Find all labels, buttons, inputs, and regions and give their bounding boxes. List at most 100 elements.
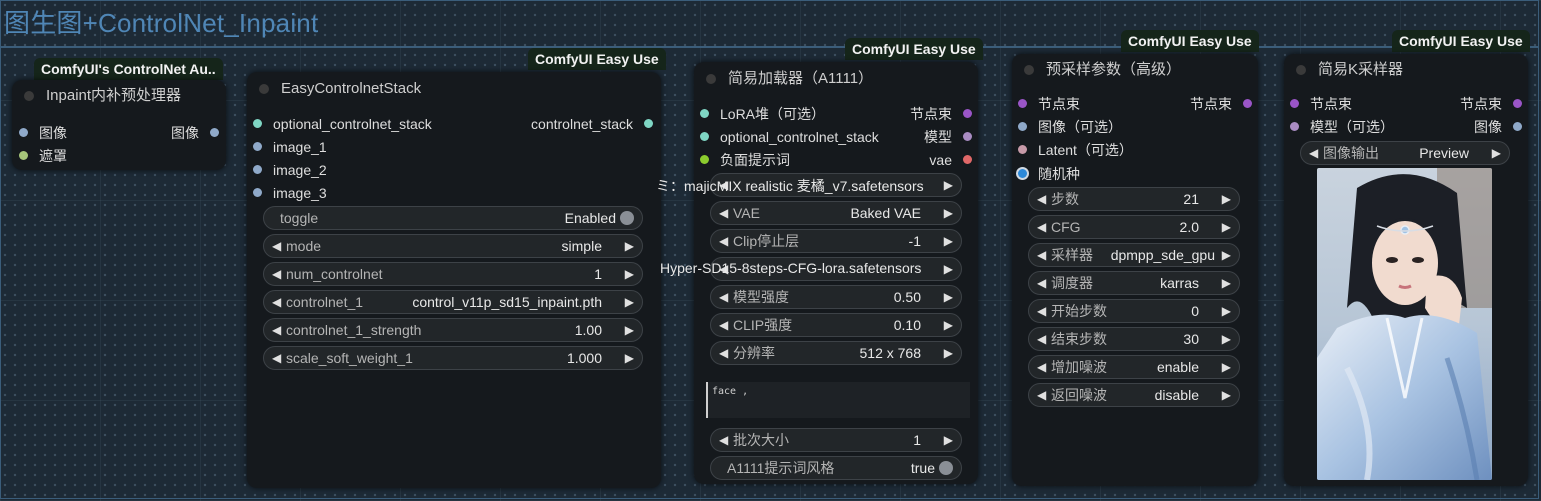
input-image-3[interactable]: image_3 [253, 183, 327, 203]
increment-arrow-icon[interactable]: ▶ [944, 314, 953, 336]
input-model-optional[interactable]: 模型（可选） [1290, 117, 1394, 137]
input-pin-icon[interactable] [253, 165, 262, 174]
input-image-optional[interactable]: 图像（可选） [1018, 117, 1122, 137]
input-pin-icon[interactable] [700, 109, 709, 118]
widget-vae[interactable]: ◀ VAE Baked VAE ▶ [710, 201, 962, 225]
increment-arrow-icon[interactable]: ▶ [1222, 244, 1231, 266]
output-pipe[interactable]: 节点束 [1190, 94, 1252, 114]
increment-arrow-icon[interactable]: ▶ [944, 202, 953, 224]
input-pipe[interactable]: 节点束 [1018, 94, 1080, 114]
input-pin-icon[interactable] [1018, 122, 1027, 131]
input-pin-icon[interactable] [700, 132, 709, 141]
decrement-arrow-icon[interactable]: ◀ [719, 230, 728, 252]
input-pipe[interactable]: 节点束 [1290, 94, 1352, 114]
decrement-arrow-icon[interactable]: ◀ [1037, 216, 1046, 238]
toggle-knob-icon[interactable] [939, 461, 953, 475]
decrement-arrow-icon[interactable]: ◀ [272, 235, 281, 257]
widget-clip-strength[interactable]: ◀ CLIP强度 0.10 ▶ [710, 313, 962, 337]
increment-arrow-icon[interactable]: ▶ [1222, 356, 1231, 378]
increment-arrow-icon[interactable]: ▶ [944, 342, 953, 364]
input-pin-icon[interactable] [253, 188, 262, 197]
input-latent-optional[interactable]: Latent（可选） [1018, 140, 1133, 160]
input-pin-icon[interactable] [253, 142, 262, 151]
widget-model-strength[interactable]: ◀ 模型强度 0.50 ▶ [710, 285, 962, 309]
decrement-arrow-icon[interactable]: ◀ [719, 342, 728, 364]
decrement-arrow-icon[interactable]: ◀ [719, 429, 728, 451]
collapse-dot-icon[interactable] [706, 74, 716, 84]
increment-arrow-icon[interactable]: ▶ [1222, 328, 1231, 350]
decrement-arrow-icon[interactable]: ◀ [1309, 142, 1318, 164]
widget-end-step[interactable]: ◀ 结束步数 30 ▶ [1028, 327, 1240, 351]
decrement-arrow-icon[interactable]: ◀ [272, 263, 281, 285]
widget-controlnet-1[interactable]: ◀ controlnet_1 control_v11p_sd15_inpaint… [263, 290, 643, 314]
widget-add-noise[interactable]: ◀ 增加噪波 enable ▶ [1028, 355, 1240, 379]
widget-a1111-prompt-style[interactable]: A1111提示词风格 true [710, 456, 962, 480]
decrement-arrow-icon[interactable]: ◀ [719, 286, 728, 308]
input-mask[interactable]: 遮罩 [19, 146, 67, 166]
preview-image[interactable] [1317, 168, 1492, 480]
widget-toggle[interactable]: toggle Enabled [263, 206, 643, 230]
increment-arrow-icon[interactable]: ▶ [944, 174, 953, 196]
widget-clip-skip[interactable]: ◀ Clip停止层 -1 ▶ [710, 229, 962, 253]
increment-arrow-icon[interactable]: ▶ [625, 263, 634, 285]
node-title[interactable]: 预采样参数（高级） [1012, 54, 1258, 86]
input-pin-icon[interactable] [253, 119, 262, 128]
node-title[interactable]: 简易加载器（A1111） [694, 62, 978, 96]
increment-arrow-icon[interactable]: ▶ [625, 319, 634, 341]
widget-scale-soft-weight-1[interactable]: ◀ scale_soft_weight_1 1.000 ▶ [263, 346, 643, 370]
node-simple-loader-a1111[interactable]: 简易加载器（A1111） LoRA堆（可选） optional_controln… [656, 62, 978, 484]
increment-arrow-icon[interactable]: ▶ [1222, 188, 1231, 210]
output-pipe[interactable]: 节点束 [1460, 94, 1522, 114]
input-lora-stack[interactable]: LoRA堆（可选） [700, 104, 825, 124]
increment-arrow-icon[interactable]: ▶ [1222, 300, 1231, 322]
decrement-arrow-icon[interactable]: ◀ [1037, 188, 1046, 210]
output-pin-icon[interactable] [963, 132, 972, 141]
output-vae[interactable]: vae [929, 150, 972, 170]
node-title[interactable]: 简易K采样器 [1284, 54, 1528, 86]
decrement-arrow-icon[interactable]: ◀ [1037, 244, 1046, 266]
output-pin-icon[interactable] [963, 155, 972, 164]
increment-arrow-icon[interactable]: ▶ [944, 258, 953, 280]
output-pin-icon[interactable] [210, 128, 219, 137]
increment-arrow-icon[interactable]: ▶ [1492, 142, 1501, 164]
input-pin-icon[interactable] [19, 151, 28, 160]
group-title[interactable]: 图生图+ControlNet_Inpaint [4, 3, 318, 40]
node-inpaint-preprocessor[interactable]: Inpaint内补预处理器 图像 遮罩 图像 [12, 80, 226, 170]
widget-mode[interactable]: ◀ mode simple ▶ [263, 234, 643, 258]
input-pin-icon[interactable] [1018, 99, 1027, 108]
collapse-dot-icon[interactable] [24, 91, 34, 101]
output-model[interactable]: 模型 [924, 127, 972, 147]
increment-arrow-icon[interactable]: ▶ [1222, 216, 1231, 238]
collapse-dot-icon[interactable] [1024, 65, 1034, 75]
decrement-arrow-icon[interactable]: ◀ [272, 319, 281, 341]
node-title[interactable]: Inpaint内补预处理器 [12, 80, 226, 112]
output-pipe[interactable]: 节点束 [910, 104, 972, 124]
output-pin-icon[interactable] [963, 109, 972, 118]
input-image[interactable]: 图像 [19, 123, 67, 143]
widget-resolution[interactable]: ◀ 分辨率 512 x 768 ▶ [710, 341, 962, 365]
increment-arrow-icon[interactable]: ▶ [1222, 272, 1231, 294]
widget-return-noise[interactable]: ◀ 返回噪波 disable ▶ [1028, 383, 1240, 407]
widget-batch-size[interactable]: ◀ 批次大小 1 ▶ [710, 428, 962, 452]
decrement-arrow-icon[interactable]: ◀ [1037, 328, 1046, 350]
widget-steps[interactable]: ◀ 步数 21 ▶ [1028, 187, 1240, 211]
decrement-arrow-icon[interactable]: ◀ [1037, 300, 1046, 322]
widget-start-step[interactable]: ◀ 开始步数 0 ▶ [1028, 299, 1240, 323]
decrement-arrow-icon[interactable]: ◀ [1037, 272, 1046, 294]
output-controlnet-stack[interactable]: controlnet_stack [531, 114, 653, 134]
increment-arrow-icon[interactable]: ▶ [944, 429, 953, 451]
output-pin-icon[interactable] [1513, 99, 1522, 108]
decrement-arrow-icon[interactable]: ◀ [719, 202, 728, 224]
input-image-1[interactable]: image_1 [253, 137, 327, 157]
output-pin-icon[interactable] [1513, 122, 1522, 131]
input-pin-icon[interactable] [1290, 99, 1299, 108]
input-optional-controlnet-stack[interactable]: optional_controlnet_stack [700, 127, 879, 147]
decrement-arrow-icon[interactable]: ◀ [719, 314, 728, 336]
input-pin-icon[interactable] [1018, 169, 1027, 178]
input-negative-prompt[interactable]: 负面提示词 [700, 150, 790, 170]
increment-arrow-icon[interactable]: ▶ [944, 286, 953, 308]
input-pin-icon[interactable] [19, 128, 28, 137]
input-pin-icon[interactable] [1018, 145, 1027, 154]
increment-arrow-icon[interactable]: ▶ [625, 291, 634, 313]
collapse-dot-icon[interactable] [259, 84, 269, 94]
